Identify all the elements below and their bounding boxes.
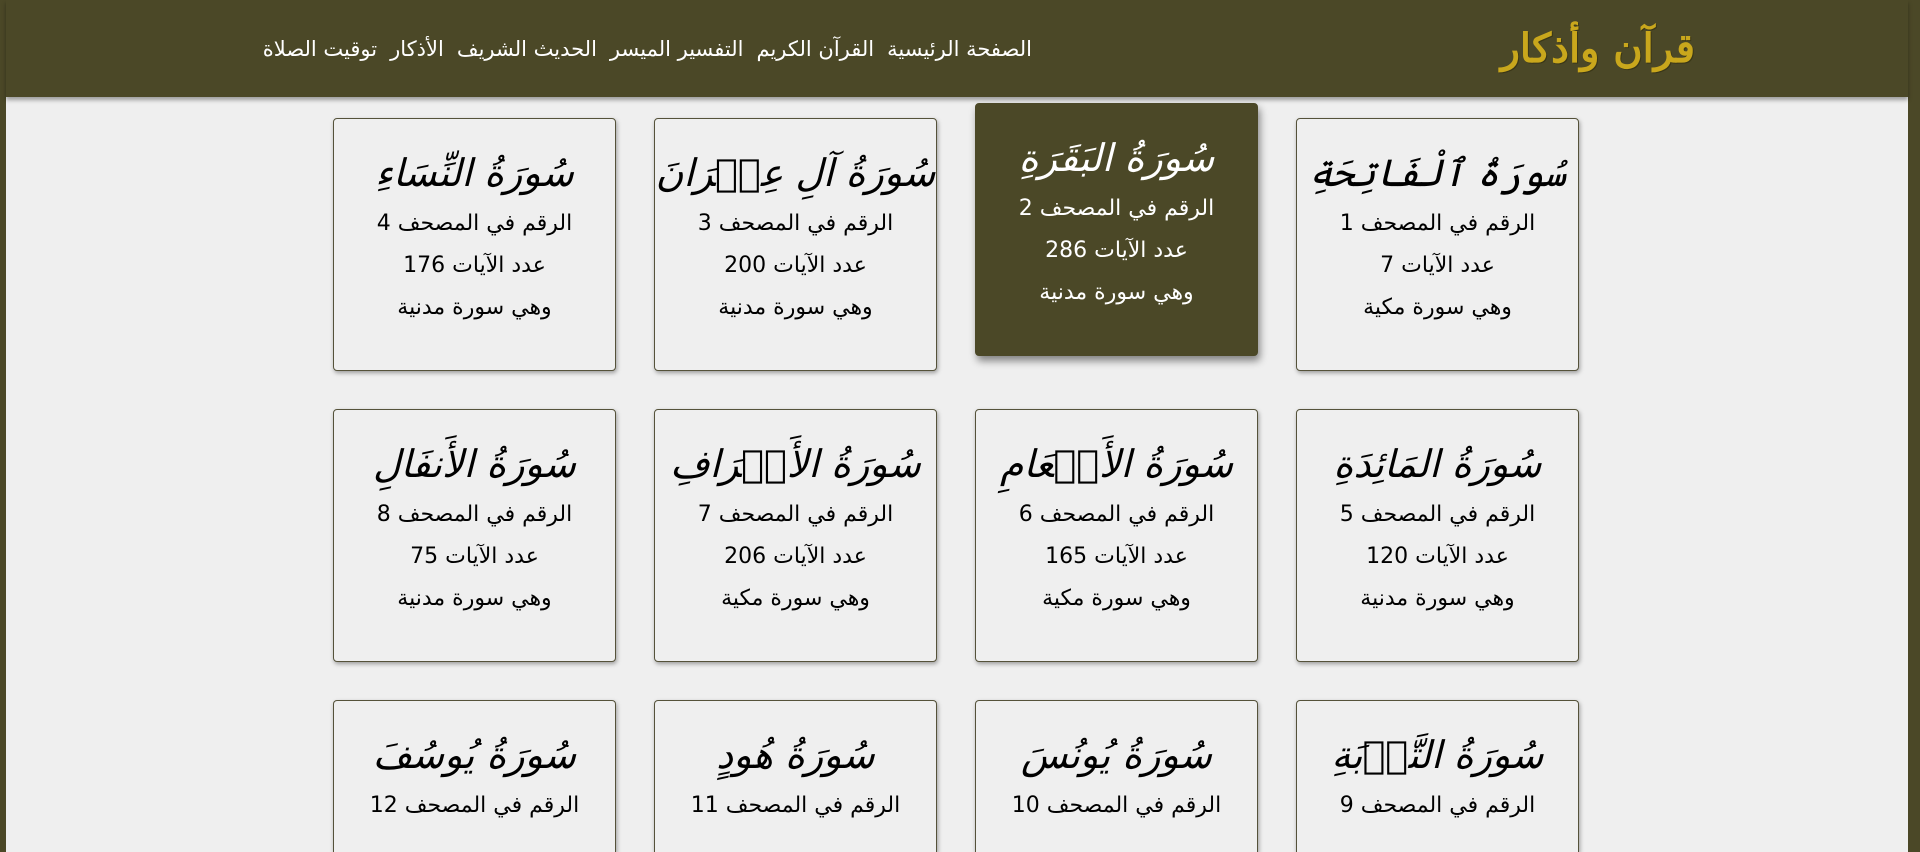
nav-link-prayer-times[interactable]: توقيت الصلاة <box>263 37 377 61</box>
surah-verse-count: عدد الآيات 286 <box>1045 238 1188 263</box>
surah-name: سُورَةُ هُودٍ <box>716 733 875 777</box>
nav-item-adhkar: الأذكار <box>390 34 444 64</box>
top-navbar: قرآن وأذكار الصفحة الرئيسية القرآن الكري… <box>6 0 1908 97</box>
surah-name: سُورَةُ الأَنۡعَامِ <box>999 442 1234 486</box>
surah-card[interactable]: سُورَةُ الأَنفَالِ الرقم في المصحف 8 عدد… <box>333 409 616 662</box>
surah-name: سُورَةُ آلِ عِمۡرَانَ <box>655 151 936 195</box>
surah-verse-count: عدد الآيات 206 <box>724 544 867 569</box>
nav-item-home: الصفحة الرئيسية <box>887 34 1032 64</box>
nav-item-hadith: الحديث الشريف <box>457 34 597 64</box>
nav-item-prayer-times: توقيت الصلاة <box>263 34 377 64</box>
surah-number: الرقم في المصحف 8 <box>376 502 573 527</box>
surah-number: الرقم في المصحف 9 <box>1339 793 1536 818</box>
surah-verse-count: عدد الآيات 200 <box>724 253 867 278</box>
surah-number: الرقم في المصحف 6 <box>1018 502 1215 527</box>
surah-verse-count: عدد الآيات 120 <box>1366 544 1509 569</box>
surah-name: سُورَةُ الأَعۡرَافِ <box>670 442 921 486</box>
site-logo[interactable]: قرآن وأذكار <box>1501 24 1695 74</box>
surah-card[interactable]: سُورَةُ آلِ عِمۡرَانَ الرقم في المصحف 3 … <box>654 118 937 371</box>
surah-number: الرقم في المصحف 10 <box>1011 793 1222 818</box>
surah-name: سُورَةُ التَّوۡبَةِ <box>1331 733 1544 777</box>
surah-type: وهي سورة مدنية <box>1039 280 1194 305</box>
surah-name: سُورَةُ الأَنفَالِ <box>372 442 577 486</box>
surah-name: سُورَةُ يُونُسَ <box>1020 733 1213 777</box>
surah-card[interactable]: سُورَةُ المَائِدَةِ الرقم في المصحف 5 عد… <box>1296 409 1579 662</box>
nav-item-tafsir: التفسير الميسر <box>610 34 744 64</box>
surah-type: وهي سورة مدنية <box>397 586 552 611</box>
surah-type: وهي سورة مكية <box>721 586 870 611</box>
surah-number: الرقم في المصحف 5 <box>1339 502 1536 527</box>
surah-number: الرقم في المصحف 11 <box>690 793 901 818</box>
surah-type: وهي سورة مكية <box>1363 295 1512 320</box>
nav-item-quran: القرآن الكريم <box>756 34 874 64</box>
surah-card-active[interactable]: سُورَةُ البَقَرَةِ الرقم في المصحف 2 عدد… <box>975 103 1258 356</box>
surah-verse-count: عدد الآيات 165 <box>1045 544 1188 569</box>
surah-type: وهي سورة مدنية <box>718 295 873 320</box>
surah-card[interactable]: سُورَةُ الأَنۡعَامِ الرقم في المصحف 6 عد… <box>975 409 1258 662</box>
surah-card[interactable]: سُورَةُ الأَعۡرَافِ الرقم في المصحف 7 عد… <box>654 409 937 662</box>
surah-name: سُورَةُ يُوسُفَ <box>372 733 577 777</box>
nav-link-adhkar[interactable]: الأذكار <box>390 37 444 61</box>
surah-card[interactable]: سُورَةُ ٱلْفَاتِحَةِ الرقم في المصحف 1 ع… <box>1296 118 1579 371</box>
window-frame-left <box>0 0 6 852</box>
surah-number: الرقم في المصحف 12 <box>369 793 580 818</box>
surah-type: وهي سورة مكية <box>1042 586 1191 611</box>
nav-link-hadith[interactable]: الحديث الشريف <box>457 37 597 61</box>
surah-card[interactable]: سُورَةُ التَّوۡبَةِ الرقم في المصحف 9 <box>1296 700 1579 852</box>
surah-name: سُورَةُ ٱلْفَاتِحَةِ <box>1308 151 1566 195</box>
surah-number: الرقم في المصحف 3 <box>697 211 894 236</box>
nav-link-tafsir[interactable]: التفسير الميسر <box>610 37 744 61</box>
surah-verse-count: عدد الآيات 176 <box>403 253 546 278</box>
surah-card[interactable]: سُورَةُ يُوسُفَ الرقم في المصحف 12 <box>333 700 616 852</box>
window-frame-right <box>1908 0 1920 852</box>
surah-type: وهي سورة مدنية <box>1360 586 1515 611</box>
nav-link-quran[interactable]: القرآن الكريم <box>756 37 874 61</box>
surah-name: سُورَةُ النِّسَاءِ <box>375 151 574 195</box>
surah-name: سُورَةُ المَائِدَةِ <box>1333 442 1542 486</box>
surah-card[interactable]: سُورَةُ يُونُسَ الرقم في المصحف 10 <box>975 700 1258 852</box>
surah-name: سُورَةُ البَقَرَةِ <box>1018 136 1215 180</box>
surah-number: الرقم في المصحف 2 <box>1018 196 1215 221</box>
surah-verse-count: عدد الآيات 75 <box>410 544 539 569</box>
surah-card[interactable]: سُورَةُ النِّسَاءِ الرقم في المصحف 4 عدد… <box>333 118 616 371</box>
nav-link-home[interactable]: الصفحة الرئيسية <box>887 37 1032 61</box>
surah-number: الرقم في المصحف 7 <box>697 502 894 527</box>
surah-number: الرقم في المصحف 1 <box>1339 211 1536 236</box>
surah-verse-count: عدد الآيات 7 <box>1380 253 1495 278</box>
nav-menu: الصفحة الرئيسية القرآن الكريم التفسير ال… <box>263 34 1032 64</box>
surah-number: الرقم في المصحف 4 <box>376 211 573 236</box>
surah-type: وهي سورة مدنية <box>397 295 552 320</box>
surah-card[interactable]: سُورَةُ هُودٍ الرقم في المصحف 11 <box>654 700 937 852</box>
